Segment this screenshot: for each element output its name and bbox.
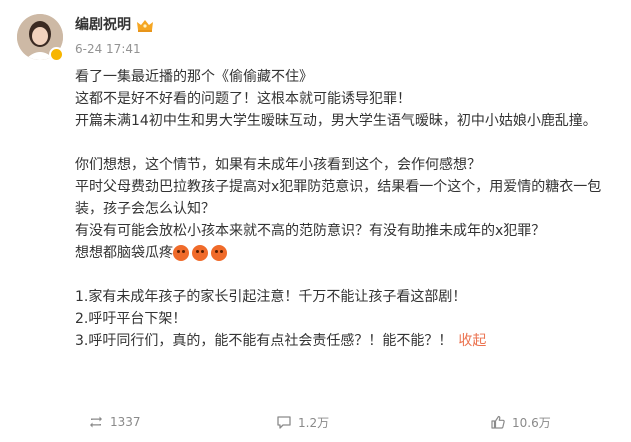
post-line: 看了一集最近播的那个《偷偷藏不住》 <box>75 69 313 85</box>
action-bar: 1337 1.2万 10.6万 <box>75 410 615 434</box>
user-name[interactable]: 编剧祝明 <box>75 15 131 35</box>
comment-button[interactable]: 1.2万 <box>276 414 329 431</box>
comment-icon <box>277 416 291 429</box>
post-line: 开篇未满14初中生和男大学生暧昧互动，男大学生语气暧昧，初中小姑娘小鹿乱撞。 <box>75 113 597 129</box>
post-line: 你们想想，这个情节，如果有未成年小孩看到这个，会作何感想？ <box>75 157 481 173</box>
post-line: 平时父母费劲巴拉教孩子提高对x犯罪防范意识，结果看一个这个，用爱情的糖衣一包装，… <box>75 179 602 217</box>
post-line: 3.呼吁同行们，真的，能不能有点社会责任感？！能不能？！ <box>75 333 453 349</box>
post-line: 这都不是好不好看的问题了！这根本就可能诱导犯罪！ <box>75 91 411 107</box>
repost-icon <box>90 416 102 428</box>
post-line-last: 3.呼吁同行们，真的，能不能有点社会责任感？！能不能？！ 收起 <box>75 330 605 352</box>
like-count: 10.6万 <box>512 415 551 430</box>
post-line-with-emoji: 想想都脑袋瓜疼 <box>75 242 605 264</box>
post-line: 2.呼吁平台下架！ <box>75 311 187 327</box>
like-button[interactable]: 10.6万 <box>490 414 551 431</box>
repost-count: 1337 <box>110 415 141 429</box>
post-content: 看了一集最近播的那个《偷偷藏不住》 这都不是好不好看的问题了！这根本就可能诱导犯… <box>75 66 605 352</box>
angry-emoji-icon <box>211 245 227 261</box>
post-line: 有没有可能会放松小孩本来就不高的范防意识？有没有助推未成年的x犯罪？ <box>75 223 546 239</box>
angry-emoji-icon <box>192 245 208 261</box>
angry-emoji-icon <box>173 245 189 261</box>
comment-count: 1.2万 <box>298 415 330 430</box>
repost-button[interactable]: 1337 <box>88 414 141 430</box>
post-time[interactable]: 6-24 17:41 <box>75 40 141 58</box>
crown-icon[interactable] <box>136 18 154 33</box>
post-line: 1.家有未成年孩子的家长引起注意！千万不能让孩子看这部剧！ <box>75 289 467 305</box>
verified-badge-icon <box>49 47 64 62</box>
thumbs-up-icon <box>491 415 505 429</box>
collapse-link[interactable]: 收起 <box>458 333 486 349</box>
post-line: 想想都脑袋瓜疼 <box>75 245 173 261</box>
